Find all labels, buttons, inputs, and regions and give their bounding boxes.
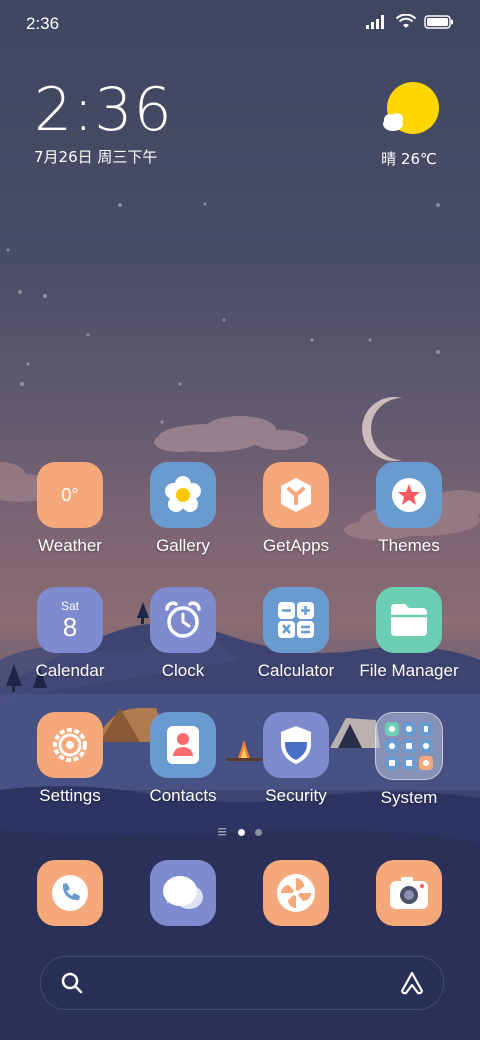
- app-label-gallery: Gallery: [156, 536, 210, 555]
- app-file-manager[interactable]: File Manager: [359, 587, 459, 681]
- settings-gear-icon: [37, 712, 103, 778]
- app-label-settings: Settings: [39, 786, 101, 805]
- calendar-icon-date: 8: [62, 612, 78, 642]
- themes-star-icon: [376, 462, 442, 528]
- app-label-getapps: GetApps: [262, 536, 330, 555]
- battery-icon: [424, 14, 453, 29]
- messages-icon: [150, 860, 216, 926]
- security-shield-icon: [263, 712, 329, 778]
- browser-icon: [263, 860, 329, 926]
- page-dot-active[interactable]: [238, 828, 245, 836]
- app-calendar[interactable]: Sat 8 Calendar: [20, 587, 120, 681]
- contacts-icon: [150, 712, 216, 778]
- app-themes[interactable]: Themes: [359, 462, 459, 556]
- app-label-themes: Themes: [378, 536, 440, 555]
- app-label-security: Security: [265, 786, 327, 805]
- calendar-icon-day: Sat: [60, 599, 79, 613]
- alarm-clock-icon: [150, 587, 216, 653]
- app-weather[interactable]: 0° Weather: [20, 462, 120, 556]
- phone-icon: [37, 860, 103, 926]
- app-label-system: System: [380, 788, 438, 807]
- app-label-calendar: Calendar: [35, 661, 105, 680]
- search-icon: [61, 972, 83, 994]
- app-clock[interactable]: Clock: [133, 587, 233, 681]
- camera-icon: [376, 860, 442, 926]
- status-time: 2:36: [26, 14, 60, 33]
- app-settings[interactable]: Settings: [20, 712, 120, 806]
- page-dot[interactable]: [255, 828, 262, 836]
- app-label-calculator: Calculator: [257, 661, 335, 680]
- signal-icon: [366, 14, 384, 29]
- weather-widget-temp: 晴 26℃: [381, 150, 437, 168]
- weather-widget[interactable]: 晴 26℃: [374, 82, 444, 169]
- app-contacts[interactable]: Contacts: [133, 712, 233, 806]
- dock-browser[interactable]: [246, 860, 346, 926]
- folder-icon: [376, 587, 442, 653]
- getapps-box-icon: [263, 462, 329, 528]
- dock-messages[interactable]: [133, 860, 233, 926]
- app-label-clock: Clock: [161, 661, 205, 680]
- wifi-icon: [396, 14, 416, 28]
- calendar-icon: Sat 8: [37, 587, 103, 653]
- clock-widget[interactable]: 2:36 7月26日 周三下午: [34, 78, 173, 167]
- page-indicator[interactable]: [0, 828, 480, 836]
- app-label-weather: Weather: [38, 536, 102, 555]
- dock-phone[interactable]: [20, 860, 120, 926]
- home-screen: 2:36 2:36 7月26日 周三下午 晴 26℃ 0° Weather Ga…: [0, 0, 480, 1040]
- clock-widget-date: 7月26日 周三下午: [34, 148, 158, 166]
- app-calculator[interactable]: Calculator: [246, 587, 346, 681]
- app-label-contacts: Contacts: [149, 786, 217, 805]
- assistant-icon[interactable]: [399, 970, 425, 996]
- app-getapps[interactable]: GetApps: [246, 462, 346, 556]
- clock-widget-time: 2:36: [34, 75, 173, 145]
- dock-camera[interactable]: [359, 860, 459, 926]
- app-label-file-manager: File Manager: [359, 661, 459, 680]
- app-system-folder[interactable]: System: [359, 712, 459, 808]
- search-bar[interactable]: [40, 956, 444, 1010]
- sunny-icon: [383, 82, 439, 134]
- system-folder-icon: [375, 712, 443, 780]
- status-bar: 2:36: [0, 0, 480, 50]
- weather-app-icon-text: 0°: [61, 484, 79, 505]
- app-security[interactable]: Security: [246, 712, 346, 806]
- weather-app-icon: 0°: [37, 462, 103, 528]
- app-gallery[interactable]: Gallery: [133, 462, 233, 556]
- menu-lines-icon: [218, 828, 226, 836]
- gallery-flower-icon: [150, 462, 216, 528]
- calculator-icon: [263, 587, 329, 653]
